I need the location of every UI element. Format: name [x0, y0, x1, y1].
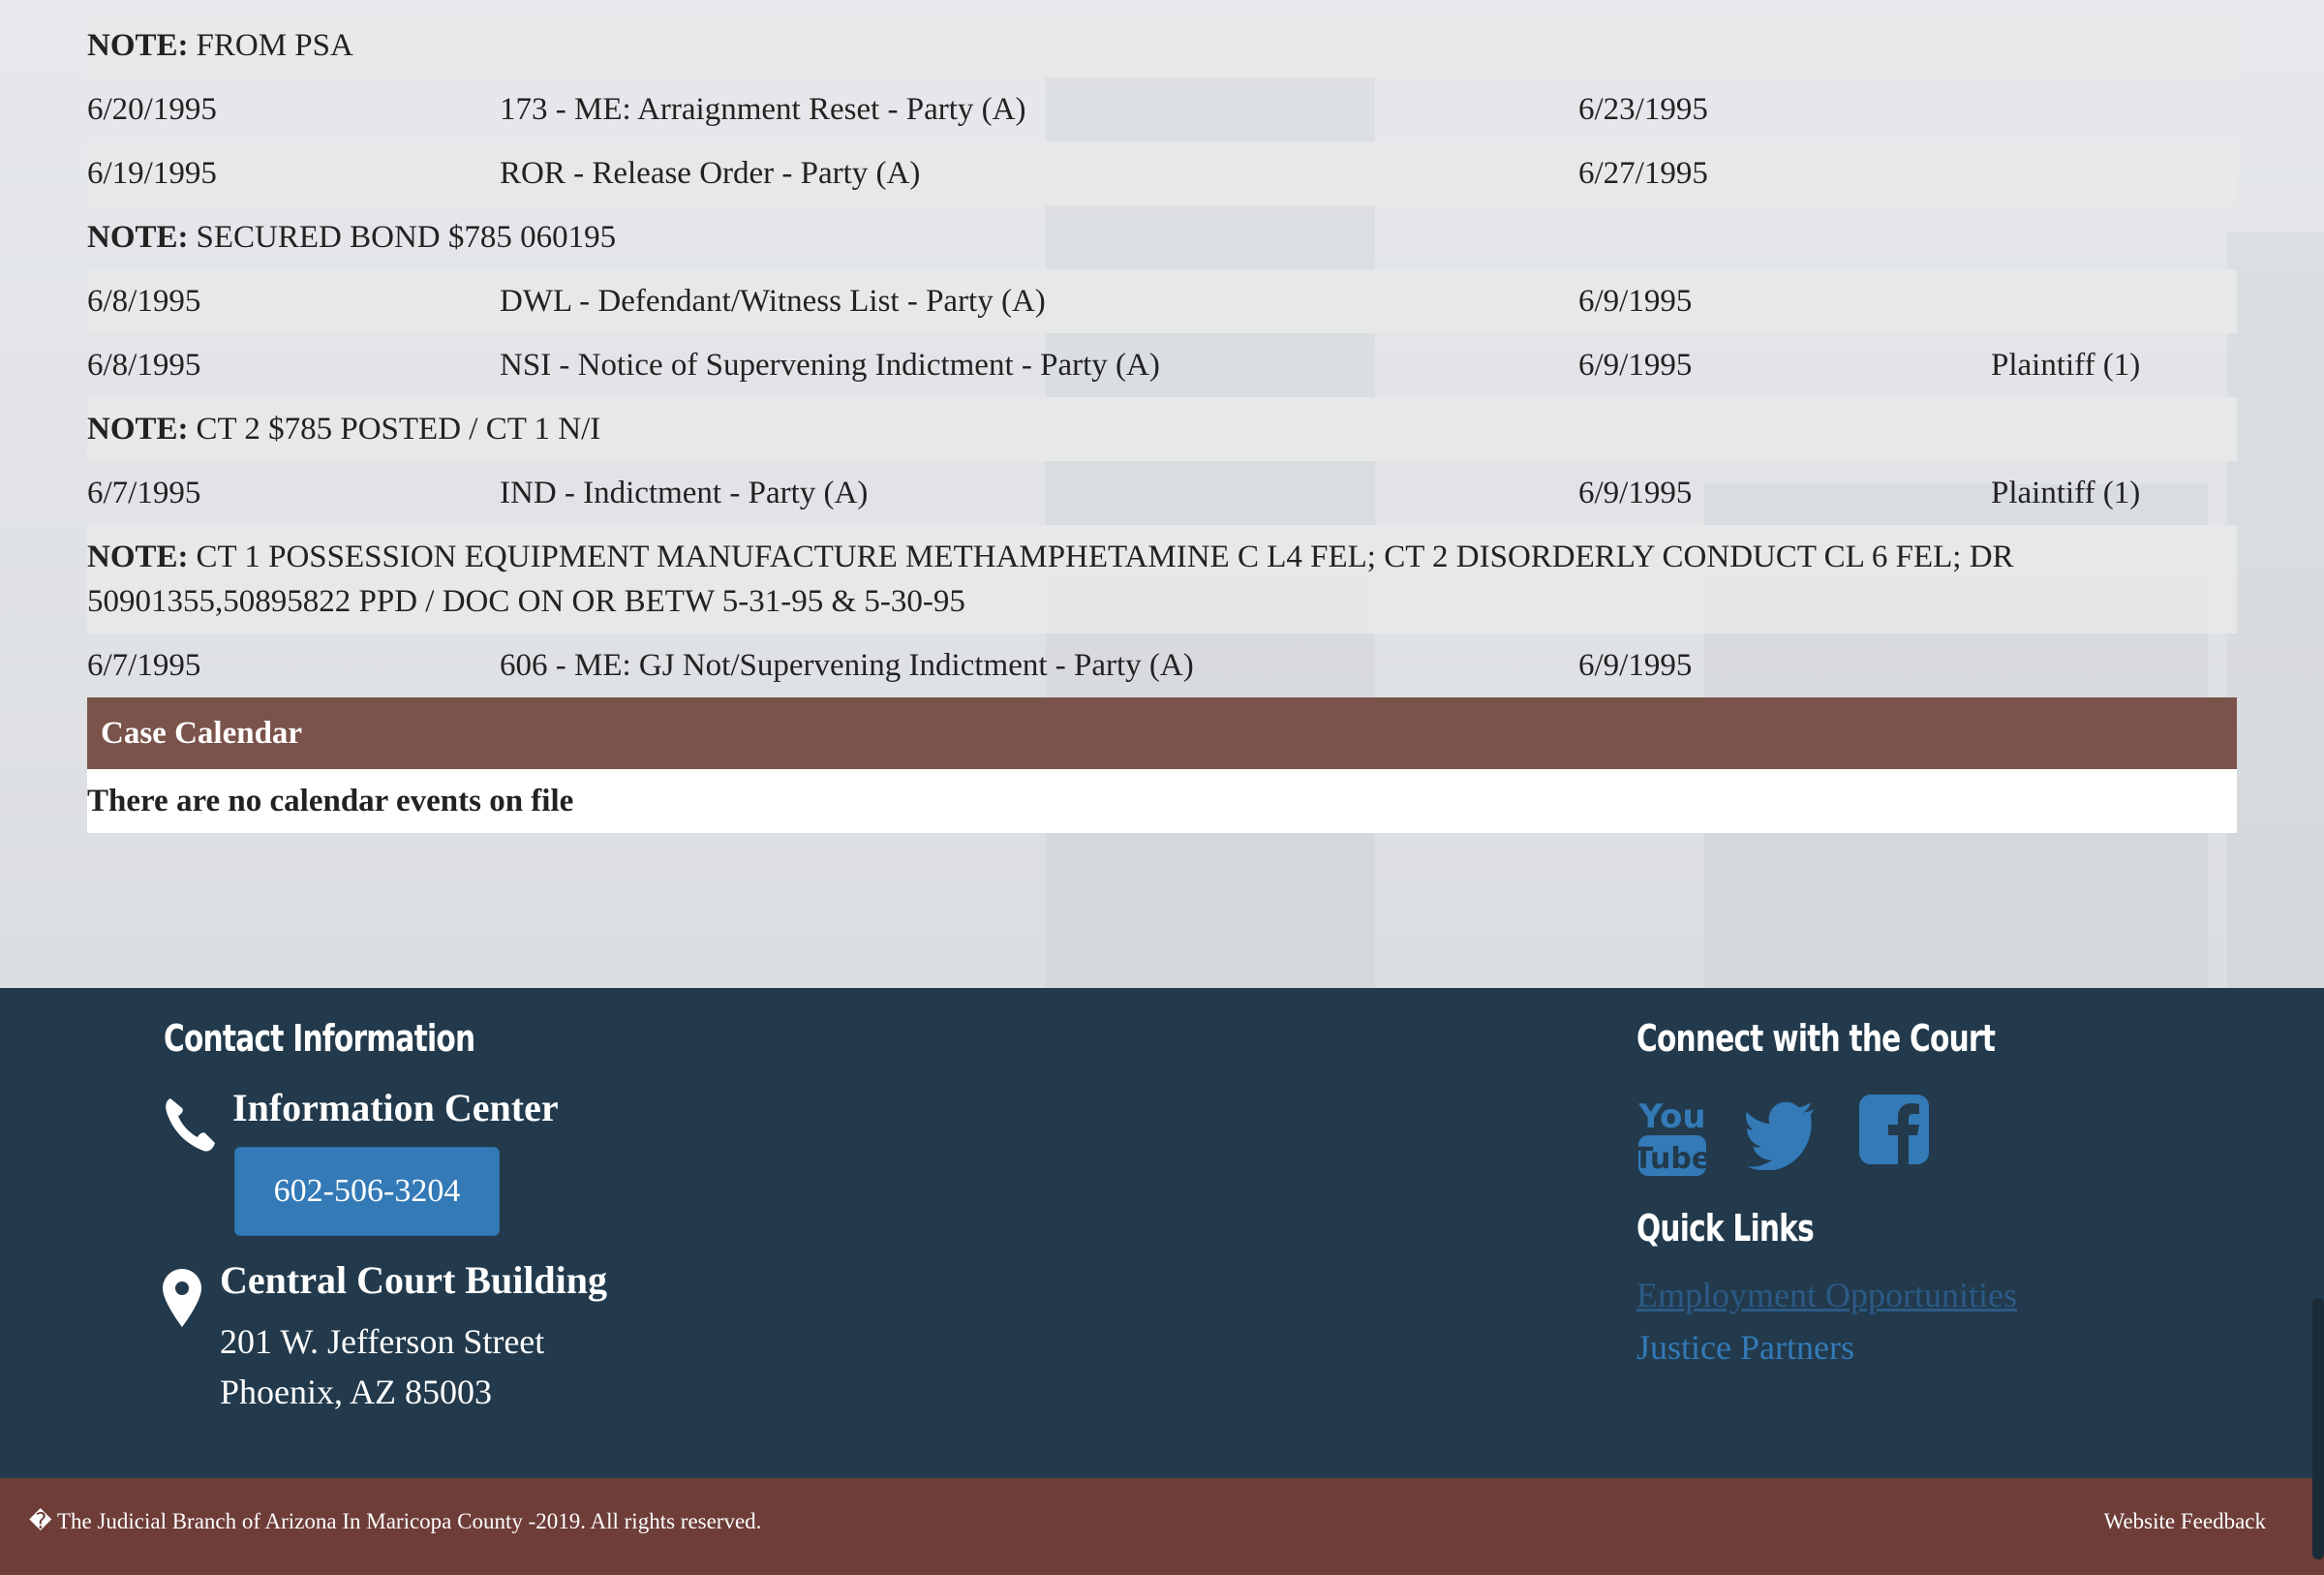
docket-filed-date: 6/9/1995: [1578, 283, 1693, 319]
docket-party: Plaintiff (1): [1991, 347, 2141, 383]
note-label: NOTE:: [87, 540, 189, 574]
site-footer: Contact Information Information Center 6…: [0, 988, 2324, 1478]
docket-row: 6/8/1995 DWL - Defendant/Witness List - P…: [87, 269, 2237, 333]
information-center-label: Information Center: [232, 1086, 559, 1129]
docket-note: NOTE: CT 1 POSSESSION EQUIPMENT MANUFACTU…: [87, 525, 2237, 633]
docket-date: 6/8/1995: [87, 347, 201, 383]
docket-note: NOTE: CT 2 $785 POSTED / CT 1 N/I: [87, 397, 2237, 461]
facebook-icon[interactable]: [1859, 1093, 1931, 1166]
docket-description: 606 - ME: GJ Not/Supervening Indictment …: [500, 647, 1194, 683]
docket-description: DWL - Defendant/Witness List - Party (A): [500, 283, 1046, 319]
address-line-2: Phoenix, AZ 85003: [220, 1373, 493, 1411]
note-text: CT 2 $785 POSTED / CT 1 N/I: [196, 412, 601, 447]
docket-date: 6/8/1995: [87, 283, 201, 319]
docket-date: 6/19/1995: [87, 155, 217, 191]
docket-party: Plaintiff (1): [1991, 475, 2141, 510]
calendar-empty-message: There are no calendar events on file: [87, 769, 2237, 833]
employment-opportunities-link[interactable]: Employment Opportunities: [1636, 1275, 2017, 1315]
docket-filed-date: 6/9/1995: [1578, 347, 1693, 383]
map-pin-icon: [163, 1269, 201, 1327]
docket-row: 6/20/1995 173 - ME: Arraignment Reset - P…: [87, 77, 2237, 141]
connect-with-court-heading: Connect with the Court: [1636, 1017, 1996, 1060]
page-scrollbar[interactable]: [2312, 1298, 2324, 1560]
case-docket-content: NOTE: FROM PSA 6/20/1995 173 - ME: Arraignm…: [87, 14, 2237, 833]
note-text: SECURED BOND $785 060195: [196, 220, 617, 255]
docket-table: NOTE: FROM PSA 6/20/1995 173 - ME: Arraignm…: [87, 14, 2237, 697]
docket-row: 6/7/1995 606 - ME: GJ Not/Supervening Ind…: [87, 633, 2237, 697]
twitter-icon[interactable]: [1745, 1093, 1819, 1170]
quick-links-heading: Quick Links: [1636, 1207, 1815, 1250]
note-text: FROM PSA: [196, 28, 353, 63]
docket-note: NOTE: FROM PSA: [87, 14, 2237, 77]
docket-description: ROR - Release Order - Party (A): [500, 155, 921, 191]
docket-date: 6/7/1995: [87, 647, 201, 683]
docket-description: IND - Indictment - Party (A): [500, 475, 869, 510]
docket-filed-date: 6/9/1995: [1578, 647, 1693, 683]
phone-icon: [166, 1098, 215, 1152]
note-label: NOTE:: [87, 412, 189, 447]
note-label: NOTE:: [87, 28, 189, 63]
justice-partners-link[interactable]: Justice Partners: [1636, 1327, 1854, 1368]
docket-description: NSI - Notice of Supervening Indictment -…: [500, 347, 1160, 383]
note-label: NOTE:: [87, 220, 189, 255]
copyright-text: � The Judicial Branch of Arizona In Mari…: [29, 1509, 762, 1533]
youtube-icon[interactable]: You Tube: [1636, 1093, 1708, 1180]
docket-filed-date: 6/23/1995: [1578, 91, 1708, 127]
docket-description: 173 - ME: Arraignment Reset - Party (A): [500, 91, 1026, 127]
svg-text:You: You: [1637, 1097, 1705, 1136]
address-line-1: 201 W. Jefferson Street: [220, 1322, 545, 1361]
central-court-building-label: Central Court Building: [220, 1258, 608, 1302]
svg-text:Tube: Tube: [1636, 1142, 1708, 1176]
docket-filed-date: 6/9/1995: [1578, 475, 1693, 510]
docket-row: 6/8/1995 NSI - Notice of Supervening Indi…: [87, 333, 2237, 397]
copyright-bar: � The Judicial Branch of Arizona In Mari…: [0, 1478, 2324, 1575]
docket-note: NOTE: SECURED BOND $785 060195: [87, 205, 2237, 269]
case-calendar-header: Case Calendar: [87, 697, 2237, 769]
docket-filed-date: 6/27/1995: [1578, 155, 1708, 191]
docket-row: 6/19/1995 ROR - Release Order - Party (A)…: [87, 141, 2237, 205]
phone-number-button[interactable]: 602-506-3204: [234, 1147, 500, 1236]
docket-row: 6/7/1995 IND - Indictment - Party (A) 6/9/…: [87, 461, 2237, 525]
note-text: CT 1 POSSESSION EQUIPMENT MANUFACTURE ME…: [87, 540, 2014, 619]
docket-date: 6/20/1995: [87, 91, 217, 127]
docket-date: 6/7/1995: [87, 475, 201, 510]
website-feedback-link[interactable]: Website Feedback: [2104, 1509, 2266, 1534]
contact-information-heading: Contact Information: [164, 1017, 475, 1060]
